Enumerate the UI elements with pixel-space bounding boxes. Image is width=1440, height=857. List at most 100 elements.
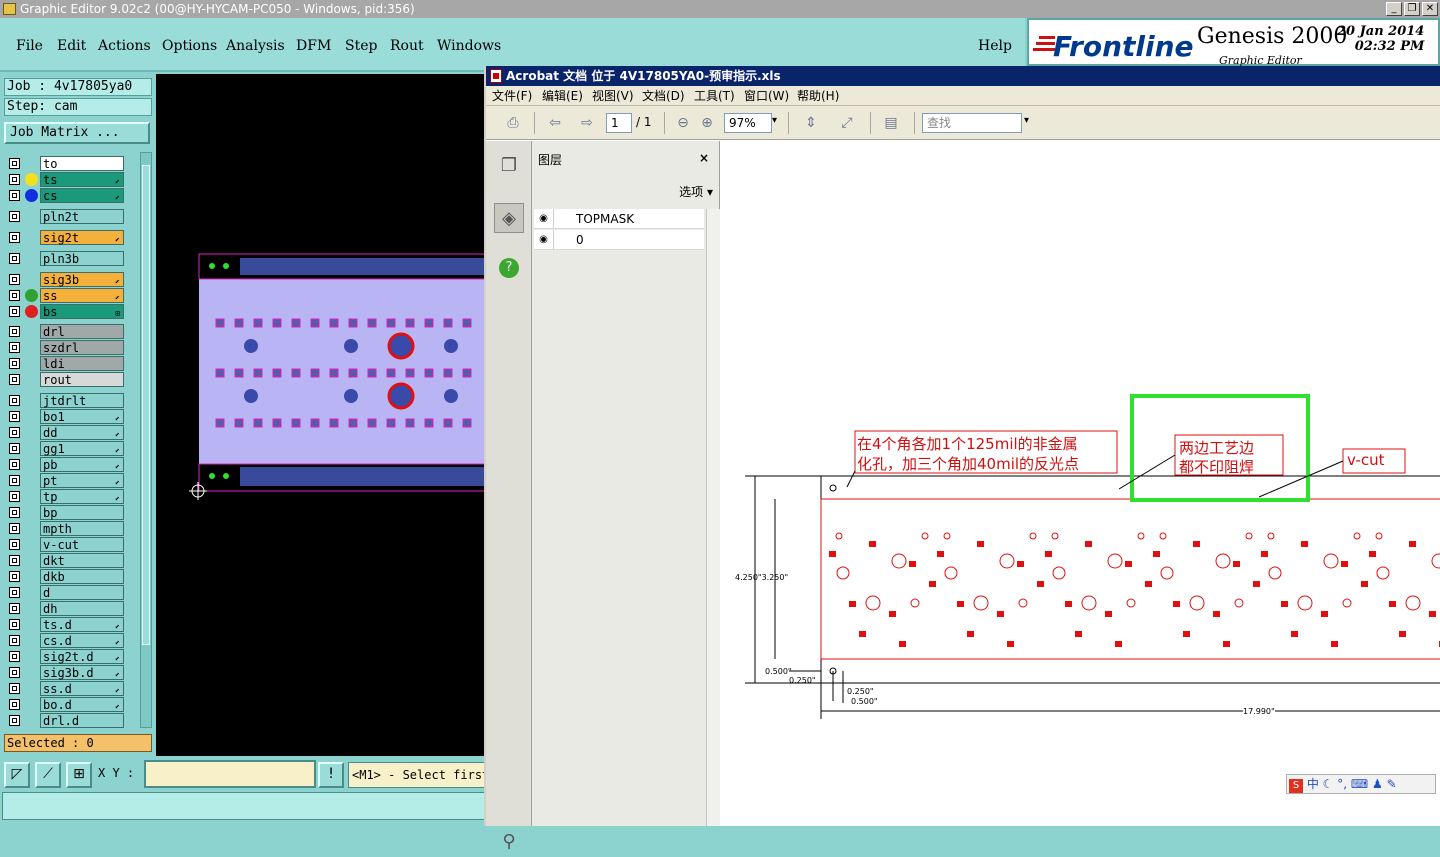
layer-checkbox[interactable]	[9, 587, 20, 598]
document-view[interactable]: 在4个角各加1个125mil的非金属 化孔，加三个角加40mil的反光点 两边工…	[729, 141, 1440, 826]
fit-width-icon[interactable]: ⇕	[800, 112, 822, 134]
ime-mode[interactable]: 中	[1307, 777, 1319, 791]
minimize-button[interactable]: _	[1386, 2, 1402, 16]
layer-row-ldi[interactable]: ldi	[4, 356, 126, 371]
help-icon[interactable]: ?	[494, 251, 524, 281]
layer-checkbox[interactable]	[9, 326, 20, 337]
layer-checkbox[interactable]	[9, 443, 20, 454]
layer-row-cs[interactable]: cs ⬋	[4, 188, 126, 203]
maximize-button[interactable]: ❐	[1404, 2, 1420, 16]
layer-name[interactable]: to	[40, 156, 124, 171]
layer-checkbox[interactable]	[9, 306, 20, 317]
zoom-out-icon[interactable]: ⊖	[672, 112, 694, 134]
print-icon[interactable]: ⎙	[502, 112, 524, 134]
page-layout-icon[interactable]: ▤	[880, 112, 902, 134]
layer-name[interactable]: dkt	[40, 553, 124, 568]
moon-icon[interactable]: ☾ °, ⌨ ♟ ✎	[1323, 777, 1397, 791]
search-input[interactable]: 查找	[922, 113, 1022, 133]
menu-windows[interactable]: Windows	[437, 38, 501, 54]
layer-name[interactable]: sig2t.d ⬋	[40, 649, 124, 664]
ime-toolbar[interactable]: S 中 ☾ °, ⌨ ♟ ✎	[1286, 774, 1436, 794]
layer-list-scrollbar[interactable]	[140, 152, 152, 728]
layer-checkbox[interactable]	[9, 395, 20, 406]
layer-row-gg1[interactable]: gg1 ⬋	[4, 441, 126, 456]
layer-name[interactable]: ss ⬋	[40, 288, 124, 303]
layer-checkbox[interactable]	[9, 651, 20, 662]
layer-row-ts-d[interactable]: ts.d ⬋	[4, 617, 126, 632]
layer-checkbox[interactable]	[9, 358, 20, 369]
menu-actions[interactable]: Actions	[98, 38, 151, 54]
acro-menu-view[interactable]: 视图(V)	[592, 86, 634, 106]
zoom-input[interactable]: 97%	[724, 113, 772, 133]
acro-menu-file[interactable]: 文件(F)	[492, 86, 532, 106]
pages-icon[interactable]: ❐	[494, 151, 524, 181]
layer-row-dh[interactable]: dh	[4, 601, 126, 616]
layer-checkbox[interactable]	[9, 571, 20, 582]
eye-icon[interactable]: ◉	[534, 230, 554, 250]
layers-icon[interactable]: ◈	[494, 203, 524, 233]
layer-name[interactable]: drl	[40, 324, 124, 339]
layer-name[interactable]: dkb	[40, 569, 124, 584]
acro-menu-tools[interactable]: 工具(T)	[694, 86, 735, 106]
menu-analysis[interactable]: Analysis	[226, 38, 285, 54]
layer-row[interactable]: ◉ 0	[534, 230, 704, 250]
layer-checkbox[interactable]	[9, 232, 20, 243]
layer-name[interactable]: pb ⬋	[40, 457, 124, 472]
layer-checkbox[interactable]	[9, 158, 20, 169]
acro-menu-help[interactable]: 帮助(H)	[797, 86, 839, 106]
prev-page-icon[interactable]: ⇦	[544, 112, 566, 134]
xy-input[interactable]	[144, 760, 316, 788]
layer-row[interactable]: ◉ TOPMASK	[534, 209, 704, 229]
layers-panel-close-icon[interactable]: ×	[699, 151, 709, 165]
layer-checkbox[interactable]	[9, 491, 20, 502]
fit-page-icon[interactable]: ⤢	[836, 112, 858, 134]
layer-row-sig3b-d[interactable]: sig3b.d ⬋	[4, 665, 126, 680]
layer-checkbox[interactable]	[9, 539, 20, 550]
acro-menu-document[interactable]: 文档(D)	[642, 86, 685, 106]
layer-row-sig2t[interactable]: sig2t ⬋	[4, 230, 126, 245]
layer-name[interactable]: dh	[40, 601, 124, 616]
page-number-input[interactable]: 1	[606, 113, 632, 133]
menu-step[interactable]: Step	[345, 38, 377, 54]
layer-row-v-cut[interactable]: v-cut	[4, 537, 126, 552]
layer-row-pln3b[interactable]: pln3b	[4, 251, 126, 266]
layer-row-drl-d[interactable]: drl.d	[4, 713, 126, 728]
layer-checkbox[interactable]	[9, 555, 20, 566]
layers-panel-scrollbar[interactable]	[706, 209, 720, 826]
layer-name[interactable]: jtdrlt	[40, 393, 124, 408]
layer-row-bo1[interactable]: bo1 ⬋	[4, 409, 126, 424]
layer-checkbox[interactable]	[9, 274, 20, 285]
layers-options-menu[interactable]: 选项 ▾	[679, 183, 713, 200]
layer-name[interactable]: bs ⊞	[40, 304, 124, 319]
layer-checkbox[interactable]	[9, 523, 20, 534]
layer-name[interactable]: mpth	[40, 521, 124, 536]
layer-name[interactable]: pln2t	[40, 209, 124, 224]
layer-name[interactable]: pt ⬋	[40, 473, 124, 488]
layer-row-sig3b[interactable]: sig3b ⬋	[4, 272, 126, 287]
layer-name[interactable]: cs.d ⬋	[40, 633, 124, 648]
layer-checkbox[interactable]	[9, 253, 20, 264]
layer-name[interactable]: sig3b ⬋	[40, 272, 124, 287]
layer-checkbox[interactable]	[9, 174, 20, 185]
measure-button[interactable]: ⟋	[35, 762, 61, 788]
zoom-box-button[interactable]: ◸	[4, 762, 30, 788]
layer-name[interactable]: v-cut	[40, 537, 124, 552]
layer-checkbox[interactable]	[9, 507, 20, 518]
layer-name[interactable]: szdrl	[40, 340, 124, 355]
layer-row-ss[interactable]: ss ⬋	[4, 288, 126, 303]
eye-icon[interactable]: ◉	[534, 209, 554, 229]
menu-dfm[interactable]: DFM	[296, 38, 331, 54]
layer-row-pb[interactable]: pb ⬋	[4, 457, 126, 472]
close-button[interactable]: ✕	[1422, 2, 1438, 16]
layer-row-rout[interactable]: rout	[4, 372, 126, 387]
layer-checkbox[interactable]	[9, 459, 20, 470]
layer-checkbox[interactable]	[9, 475, 20, 486]
layer-checkbox[interactable]	[9, 667, 20, 678]
layer-name[interactable]: drl.d	[40, 713, 124, 728]
menu-edit[interactable]: Edit	[57, 38, 86, 54]
layer-checkbox[interactable]	[9, 411, 20, 422]
layer-row-cs-d[interactable]: cs.d ⬋	[4, 633, 126, 648]
layer-name[interactable]: cs ⬋	[40, 188, 124, 203]
layer-row-sig2t-d[interactable]: sig2t.d ⬋	[4, 649, 126, 664]
layer-checkbox[interactable]	[9, 603, 20, 614]
